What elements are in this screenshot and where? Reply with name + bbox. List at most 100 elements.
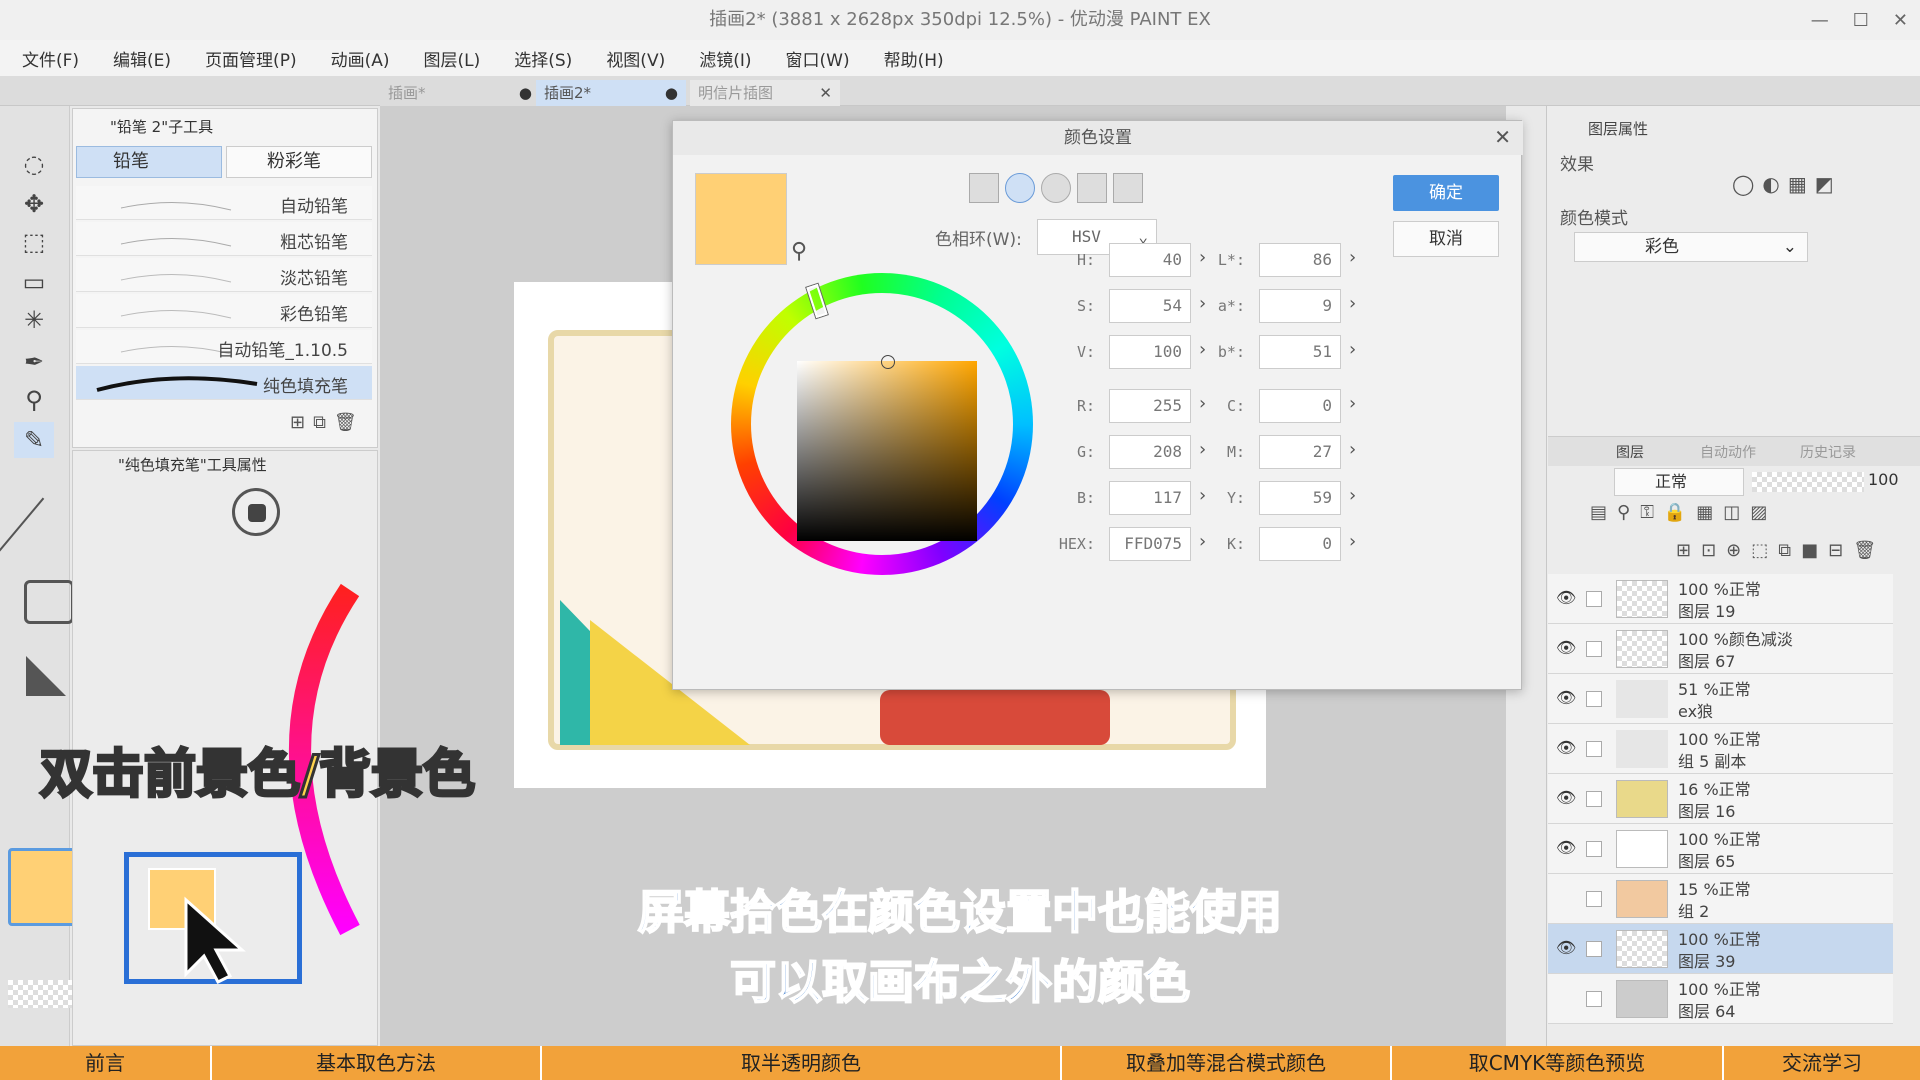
slider-mode-icon[interactable] — [1113, 173, 1143, 203]
ruler-tool-icon[interactable] — [24, 580, 74, 624]
tab-layers[interactable]: 图层 — [1616, 442, 1644, 462]
b-field[interactable]: 117 — [1109, 481, 1191, 515]
k-arrow-icon[interactable]: › — [1349, 531, 1356, 552]
lasso-icon[interactable]: ◌ — [14, 146, 54, 182]
menu-select[interactable]: 选择(S) — [514, 46, 572, 71]
move-icon[interactable]: ✥ — [14, 186, 54, 222]
g-arrow-icon[interactable]: › — [1199, 439, 1206, 460]
h-arrow-icon[interactable]: › — [1199, 247, 1206, 268]
s-field[interactable]: 54 — [1109, 289, 1191, 323]
layer-checkbox[interactable] — [1586, 641, 1602, 657]
image-mode-icon[interactable] — [1077, 173, 1107, 203]
tab-illust2[interactable]: 插画2* ● — [536, 80, 686, 106]
layer-row-selected[interactable]: 👁 100 %正常 图层 39 — [1548, 924, 1893, 974]
r-arrow-icon[interactable]: › — [1199, 393, 1206, 414]
menu-edit[interactable]: 编辑(E) — [113, 46, 171, 71]
effect-icons[interactable]: ◯◐▦◩ — [1732, 172, 1842, 196]
hex-field[interactable]: FFD075 — [1109, 527, 1191, 561]
layer-checkbox[interactable] — [1586, 891, 1602, 907]
brush-item[interactable]: 彩色铅笔 — [76, 294, 372, 328]
menu-filter[interactable]: 滤镜(I) — [699, 46, 751, 71]
tab-postcard[interactable]: 明信片插图 ✕ — [690, 80, 840, 106]
gradient-tool-icon[interactable] — [26, 656, 66, 696]
chapter-cmyk[interactable]: 取CMYK等颜色预览 — [1392, 1046, 1724, 1080]
eyedropper-icon[interactable]: ⚲ — [14, 382, 54, 418]
close-icon[interactable]: ✕ — [1893, 10, 1908, 31]
eye-icon[interactable]: 👁 — [1556, 738, 1576, 757]
layer-checkbox[interactable] — [1586, 691, 1602, 707]
hex-arrow-icon[interactable]: › — [1199, 531, 1206, 552]
lab-a-arrow-icon[interactable]: › — [1349, 293, 1356, 314]
layer-row[interactable]: 100 %正常 图层 64 — [1548, 974, 1893, 1024]
layer-checkbox[interactable] — [1586, 591, 1602, 607]
layer-row[interactable]: 👁 100 %正常 图层 65 — [1548, 824, 1893, 874]
menu-page[interactable]: 页面管理(P) — [205, 46, 297, 71]
m-arrow-icon[interactable]: › — [1349, 439, 1356, 460]
pen-icon[interactable]: ✒ — [14, 344, 54, 380]
eye-icon[interactable]: 👁 — [1556, 638, 1576, 657]
brush-item[interactable]: 粗芯铅笔 — [76, 222, 372, 256]
menu-animation[interactable]: 动画(A) — [331, 46, 390, 71]
opacity-value[interactable]: 100 — [1868, 470, 1899, 489]
y-arrow-icon[interactable]: › — [1349, 485, 1356, 506]
eye-icon[interactable]: 👁 — [1556, 688, 1576, 707]
wheel-type-selector[interactable] — [969, 173, 1143, 203]
circle-mode-icon[interactable] — [1041, 173, 1071, 203]
dialog-close-icon[interactable]: ✕ — [1494, 125, 1511, 149]
layer-checkbox[interactable] — [1586, 841, 1602, 857]
subtool-actions[interactable]: ⊞⧉🗑 — [290, 412, 365, 433]
menu-layer[interactable]: 图层(L) — [424, 46, 481, 71]
color-mode-select[interactable]: 彩色 ⌄ — [1574, 232, 1808, 262]
b-arrow-icon[interactable]: › — [1199, 485, 1206, 506]
group-pastel[interactable]: 粉彩笔 — [226, 146, 372, 178]
minimize-icon[interactable]: — — [1811, 10, 1829, 31]
eye-icon[interactable]: 👁 — [1556, 788, 1576, 807]
layer-checkbox[interactable] — [1586, 941, 1602, 957]
blend-mode-select[interactable]: 正常 — [1614, 468, 1744, 496]
c-arrow-icon[interactable]: › — [1349, 393, 1356, 414]
layer-row[interactable]: 👁 100 %正常组 5 副本 — [1548, 724, 1893, 774]
v-field[interactable]: 100 — [1109, 335, 1191, 369]
lab-b-field[interactable]: 51 — [1259, 335, 1341, 369]
layer-row[interactable]: 👁 100 %颜色减淡 图层 67 — [1548, 624, 1893, 674]
menu-help[interactable]: 帮助(H) — [884, 46, 944, 71]
ring-mode-icon[interactable] — [1005, 173, 1035, 203]
sv-picker-handle[interactable] — [881, 355, 895, 369]
group-pencil[interactable]: 铅笔 — [76, 146, 222, 178]
magic-wand-icon[interactable]: ✳ — [14, 302, 54, 338]
maximize-icon[interactable]: ☐ — [1853, 10, 1869, 31]
y-field[interactable]: 59 — [1259, 481, 1341, 515]
tab-close-icon[interactable]: ✕ — [819, 80, 832, 106]
brush-item[interactable]: 淡芯铅笔 — [76, 258, 372, 292]
r-field[interactable]: 255 — [1109, 389, 1191, 423]
layer-toolbar-icons[interactable]: ▤⚲⚿🔒▦◫▨ — [1590, 502, 1777, 523]
chapter-blend[interactable]: 取叠加等混合模式颜色 — [1062, 1046, 1392, 1080]
layer-properties-tab[interactable]: 图层属性 — [1588, 118, 1648, 139]
lab-b-arrow-icon[interactable]: › — [1349, 339, 1356, 360]
eyedropper-icon[interactable]: ⚲ — [791, 239, 807, 264]
chapter-basic[interactable]: 基本取色方法 — [212, 1046, 542, 1080]
layer-checkbox[interactable] — [1586, 791, 1602, 807]
layer-row[interactable]: 15 %正常组 2 — [1548, 874, 1893, 924]
lab-l-arrow-icon[interactable]: › — [1349, 247, 1356, 268]
h-field[interactable]: 40 — [1109, 243, 1191, 277]
menu-file[interactable]: 文件(F) — [22, 46, 79, 71]
chapter-community[interactable]: 交流学习 — [1724, 1046, 1920, 1080]
ok-button[interactable]: 确定 — [1393, 175, 1499, 211]
brush-item-selected[interactable]: 纯色填充笔 — [76, 366, 372, 400]
tab-auto-action[interactable]: 自动动作 — [1700, 442, 1756, 462]
layer-row[interactable]: 👁 16 %正常 图层 16 — [1548, 774, 1893, 824]
m-field[interactable]: 27 — [1259, 435, 1341, 469]
tab-illust1[interactable]: 插画* ● — [380, 80, 540, 106]
square-mode-icon[interactable] — [969, 173, 999, 203]
menu-window[interactable]: 窗口(W) — [786, 46, 850, 71]
eye-icon[interactable]: 👁 — [1556, 938, 1576, 957]
eye-icon[interactable]: 👁 — [1556, 588, 1576, 607]
k-field[interactable]: 0 — [1259, 527, 1341, 561]
s-arrow-icon[interactable]: › — [1199, 293, 1206, 314]
chapter-intro[interactable]: 前言 — [0, 1046, 212, 1080]
layer-row[interactable]: 👁 51 %正常 ex狼 — [1548, 674, 1893, 724]
eye-icon[interactable]: 👁 — [1556, 838, 1576, 857]
g-field[interactable]: 208 — [1109, 435, 1191, 469]
brush-item[interactable]: 自动铅笔_1.10.5 — [76, 330, 372, 364]
